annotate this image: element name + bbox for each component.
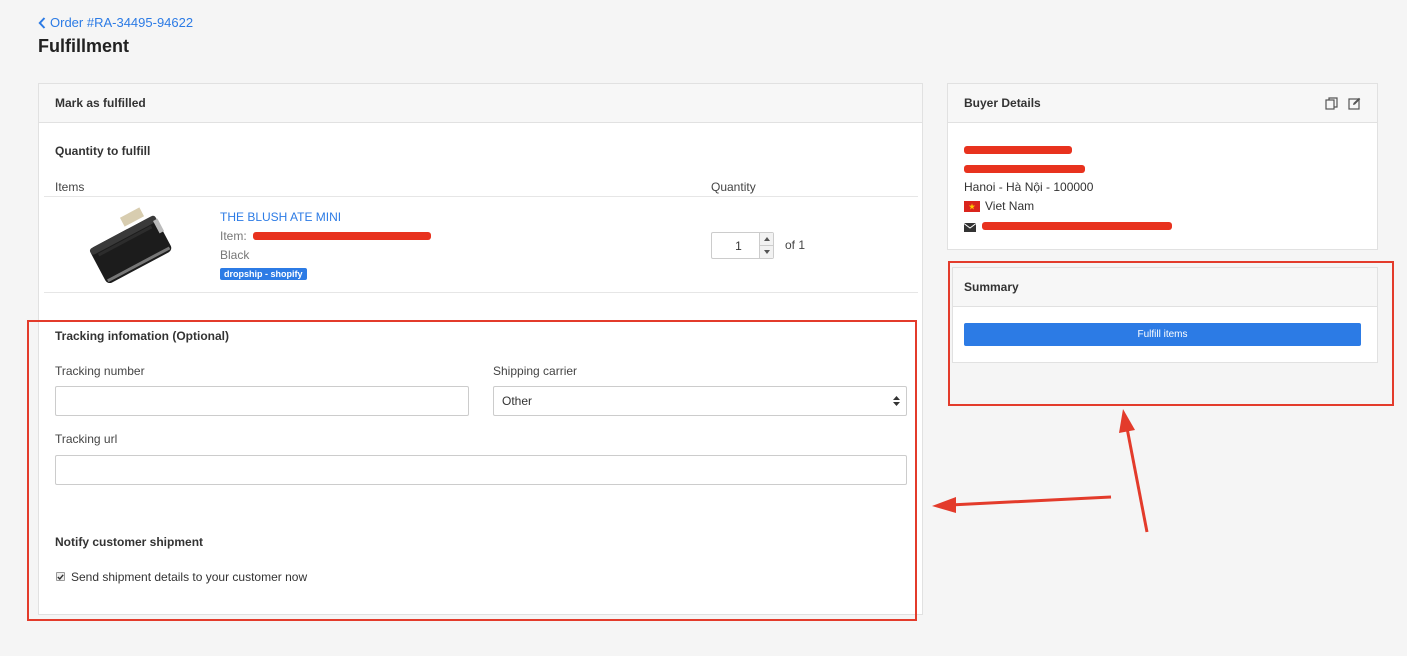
- annotation-arrowhead: [932, 497, 956, 513]
- annotation-arrows: [932, 409, 1149, 533]
- annotation-arrow-left: [949, 495, 1112, 507]
- annotation-arrowhead: [1119, 409, 1135, 433]
- annotation-arrow-up: [1125, 427, 1149, 533]
